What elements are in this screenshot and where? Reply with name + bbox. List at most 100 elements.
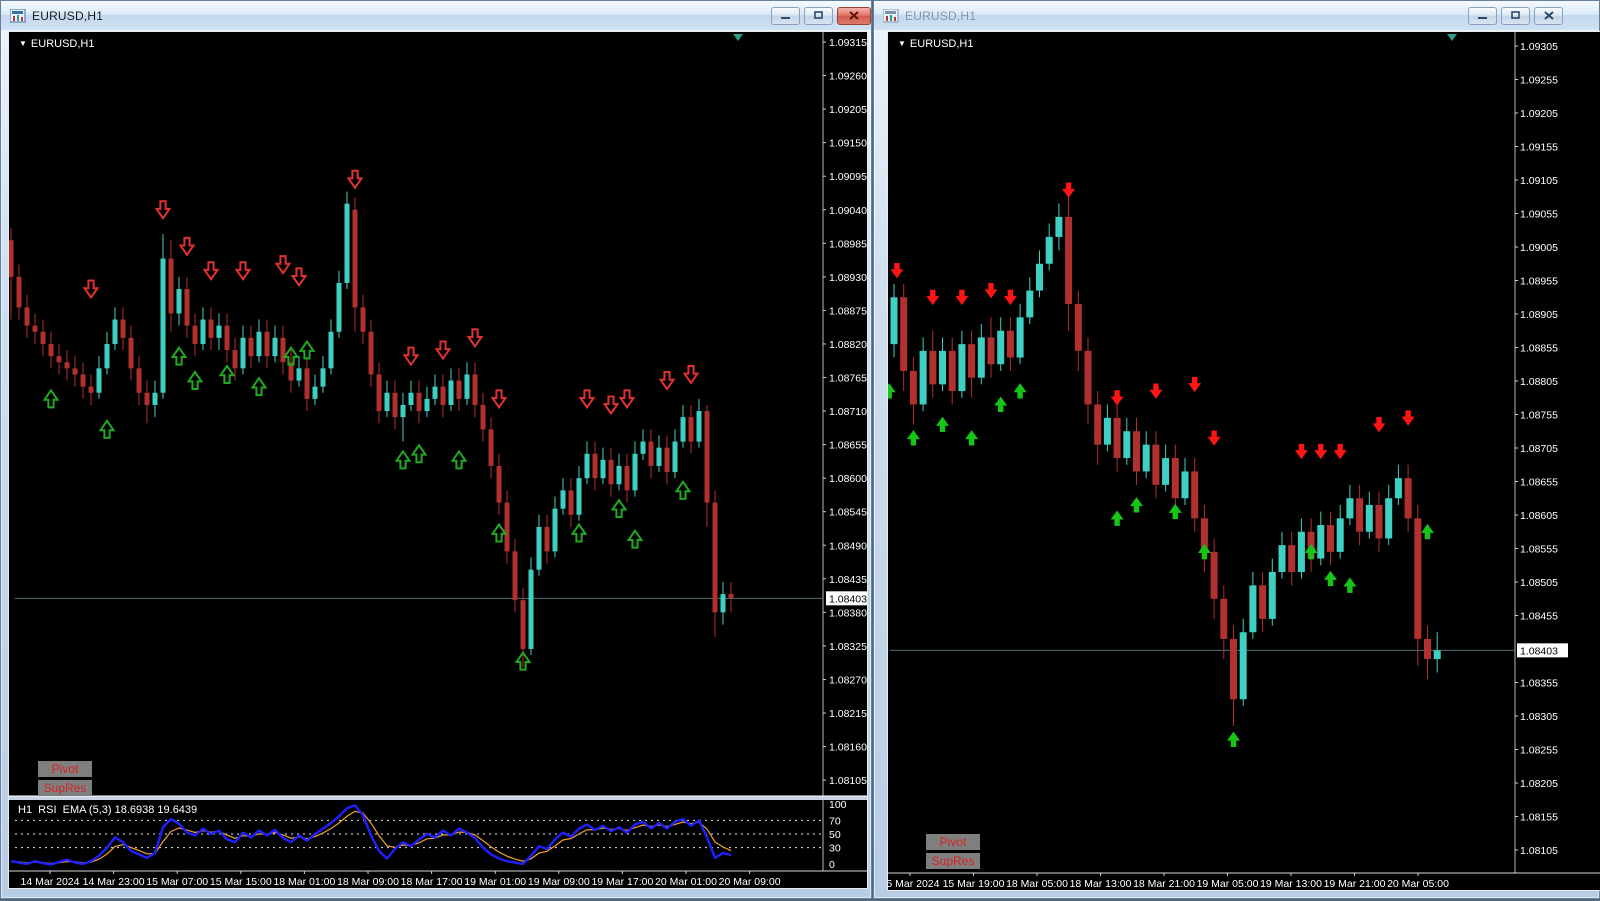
up-arrow-icon bbox=[906, 430, 920, 446]
restore-button[interactable] bbox=[1501, 6, 1530, 25]
up-arrow-icon bbox=[570, 522, 588, 543]
svg-text:1.08955: 1.08955 bbox=[1520, 276, 1558, 288]
candles bbox=[9, 191, 734, 668]
window-left[interactable]: EURUSD,H1 1.09315 1.09260 1.09205 1.09150 1.… bbox=[0, 0, 872, 899]
down-arrow-icon bbox=[434, 340, 452, 361]
down-arrow-icon bbox=[618, 389, 636, 410]
supres-button[interactable]: SupRes bbox=[926, 853, 980, 869]
up-arrow-icon bbox=[888, 383, 896, 399]
titlebar[interactable]: EURUSD,H1 bbox=[874, 1, 1599, 30]
svg-text:1.08255: 1.08255 bbox=[1520, 745, 1558, 757]
scroll-marker-icon bbox=[1447, 34, 1457, 41]
restore-button[interactable] bbox=[804, 6, 833, 25]
titlebar[interactable]: EURUSD,H1 bbox=[1, 1, 871, 30]
down-arrow-icon bbox=[1207, 430, 1221, 446]
close-button[interactable] bbox=[1534, 6, 1563, 25]
chart-area[interactable]: 1.09305 1.09255 1.09205 1.09155 1.09105 1.090… bbox=[887, 31, 1600, 891]
down-arrow-icon bbox=[1003, 289, 1017, 306]
price-scale[interactable]: 1.09305 1.09255 1.09205 1.09155 1.09105 1.090… bbox=[1515, 41, 1558, 857]
svg-text:1.08905: 1.08905 bbox=[1520, 309, 1558, 321]
svg-text:1.08820: 1.08820 bbox=[829, 339, 867, 351]
svg-text:1.08805: 1.08805 bbox=[1520, 376, 1558, 388]
up-arrow-icon bbox=[1304, 543, 1318, 560]
svg-text:1.08600: 1.08600 bbox=[829, 473, 867, 485]
svg-text:18 Mar 09:00: 18 Mar 09:00 bbox=[337, 876, 399, 888]
up-arrow-icon bbox=[626, 528, 644, 549]
svg-text:1.09155: 1.09155 bbox=[1520, 142, 1558, 154]
svg-text:1.09055: 1.09055 bbox=[1520, 209, 1558, 221]
chart-area[interactable]: 1.09315 1.09260 1.09205 1.09150 1.09095 1.090… bbox=[8, 31, 868, 889]
down-arrow-icon bbox=[890, 262, 904, 279]
supres-button[interactable]: SupRes bbox=[38, 780, 92, 796]
svg-text:1.09005: 1.09005 bbox=[1520, 242, 1558, 254]
up-arrow-icon bbox=[410, 443, 428, 464]
window-right[interactable]: EURUSD,H1 1.09305 1.09255 1.09205 1.09155 1.… bbox=[873, 0, 1600, 899]
svg-text:15 Mar 2024: 15 Mar 2024 bbox=[888, 878, 940, 890]
svg-text:18 Mar 05:00: 18 Mar 05:00 bbox=[1006, 878, 1068, 890]
symbol-label: ▼ EURUSD,H1 bbox=[898, 38, 974, 50]
chart-dropdown-icon: ▼ bbox=[19, 39, 27, 48]
up-arrow-icon bbox=[490, 522, 508, 543]
down-arrow-icon bbox=[1110, 390, 1124, 406]
minimize-button[interactable] bbox=[771, 6, 800, 25]
price-scale[interactable]: 1.09315 1.09260 1.09205 1.09150 1.09095 1.090… bbox=[823, 37, 867, 787]
svg-text:19 Mar 01:00: 19 Mar 01:00 bbox=[464, 876, 526, 888]
svg-text:14 Mar 2024: 14 Mar 2024 bbox=[21, 876, 80, 888]
down-arrow-icon bbox=[402, 346, 420, 367]
svg-text:1.08325: 1.08325 bbox=[829, 641, 867, 653]
svg-text:15 Mar 19:00: 15 Mar 19:00 bbox=[943, 878, 1005, 890]
window-title: EURUSD,H1 bbox=[905, 8, 977, 23]
up-arrow-icon bbox=[1421, 523, 1434, 540]
svg-text:1.08205: 1.08205 bbox=[1520, 778, 1558, 790]
scroll-marker-icon bbox=[733, 34, 743, 41]
svg-text:1.09205: 1.09205 bbox=[1520, 108, 1558, 120]
svg-text:1.08305: 1.08305 bbox=[1520, 711, 1558, 723]
up-arrow-icon bbox=[42, 388, 60, 409]
down-arrow-icon bbox=[154, 200, 172, 221]
svg-text:1.08710: 1.08710 bbox=[829, 406, 867, 418]
window-icon bbox=[883, 8, 899, 23]
symbol-label: ▼ EURUSD,H1 bbox=[19, 38, 95, 50]
svg-text:1.08555: 1.08555 bbox=[1520, 544, 1558, 556]
svg-text:1.08545: 1.08545 bbox=[829, 507, 867, 519]
chart-svg[interactable]: 1.09315 1.09260 1.09205 1.09150 1.09095 1.090… bbox=[9, 32, 867, 888]
svg-text:1.09260: 1.09260 bbox=[829, 71, 867, 83]
svg-text:1.09095: 1.09095 bbox=[829, 171, 867, 183]
up-arrow-icon bbox=[936, 416, 949, 433]
svg-text:1.08105: 1.08105 bbox=[1520, 845, 1558, 857]
pivot-button[interactable]: Pivot bbox=[38, 761, 92, 777]
down-arrow-icon bbox=[346, 169, 364, 190]
down-arrow-icon bbox=[1062, 182, 1076, 198]
svg-text:1.08875: 1.08875 bbox=[829, 305, 867, 317]
svg-text:1.08605: 1.08605 bbox=[1520, 510, 1558, 522]
svg-text:1.08655: 1.08655 bbox=[829, 440, 867, 452]
up-arrow-icon bbox=[250, 376, 268, 397]
down-arrow-icon bbox=[1294, 443, 1308, 460]
up-arrow-icon bbox=[218, 364, 236, 384]
svg-text:18 Mar 01:00: 18 Mar 01:00 bbox=[273, 876, 335, 888]
svg-text:18 Mar 13:00: 18 Mar 13:00 bbox=[1070, 878, 1132, 890]
down-arrow-icon bbox=[1149, 383, 1163, 399]
svg-text:1.08765: 1.08765 bbox=[829, 373, 867, 385]
indicator-header: H1 RSI EMA (5,3) 18.6938 19.6439 bbox=[18, 804, 198, 816]
svg-text:1.08490: 1.08490 bbox=[829, 540, 867, 552]
minimize-button[interactable] bbox=[1468, 6, 1497, 25]
signal-arrows bbox=[42, 169, 700, 671]
svg-text:18 Mar 21:00: 18 Mar 21:00 bbox=[1133, 878, 1195, 890]
svg-text:1.08505: 1.08505 bbox=[1520, 577, 1558, 589]
down-arrow-icon bbox=[1314, 443, 1328, 460]
up-arrow-icon bbox=[1130, 497, 1143, 513]
axis-frame bbox=[888, 32, 1600, 874]
svg-text:20 Mar 05:00: 20 Mar 05:00 bbox=[1387, 878, 1449, 890]
pivot-button[interactable]: Pivot bbox=[926, 834, 980, 850]
time-axis[interactable]: 15 Mar 202415 Mar 19:0018 Mar 05:0018 Ma… bbox=[888, 873, 1449, 890]
down-arrow-icon bbox=[984, 283, 998, 299]
chart-svg[interactable]: 1.09305 1.09255 1.09205 1.09155 1.09105 1.090… bbox=[888, 32, 1600, 890]
time-axis[interactable]: 14 Mar 2024 14 Mar 23:00 15 Mar 07:00 15 Ma… bbox=[21, 871, 781, 888]
close-button[interactable] bbox=[837, 6, 871, 25]
svg-text:1.08930: 1.08930 bbox=[829, 272, 867, 284]
svg-text:30: 30 bbox=[829, 843, 841, 855]
candles bbox=[890, 190, 1441, 727]
svg-text:1.08655: 1.08655 bbox=[1520, 477, 1558, 489]
up-arrow-icon bbox=[674, 480, 692, 500]
